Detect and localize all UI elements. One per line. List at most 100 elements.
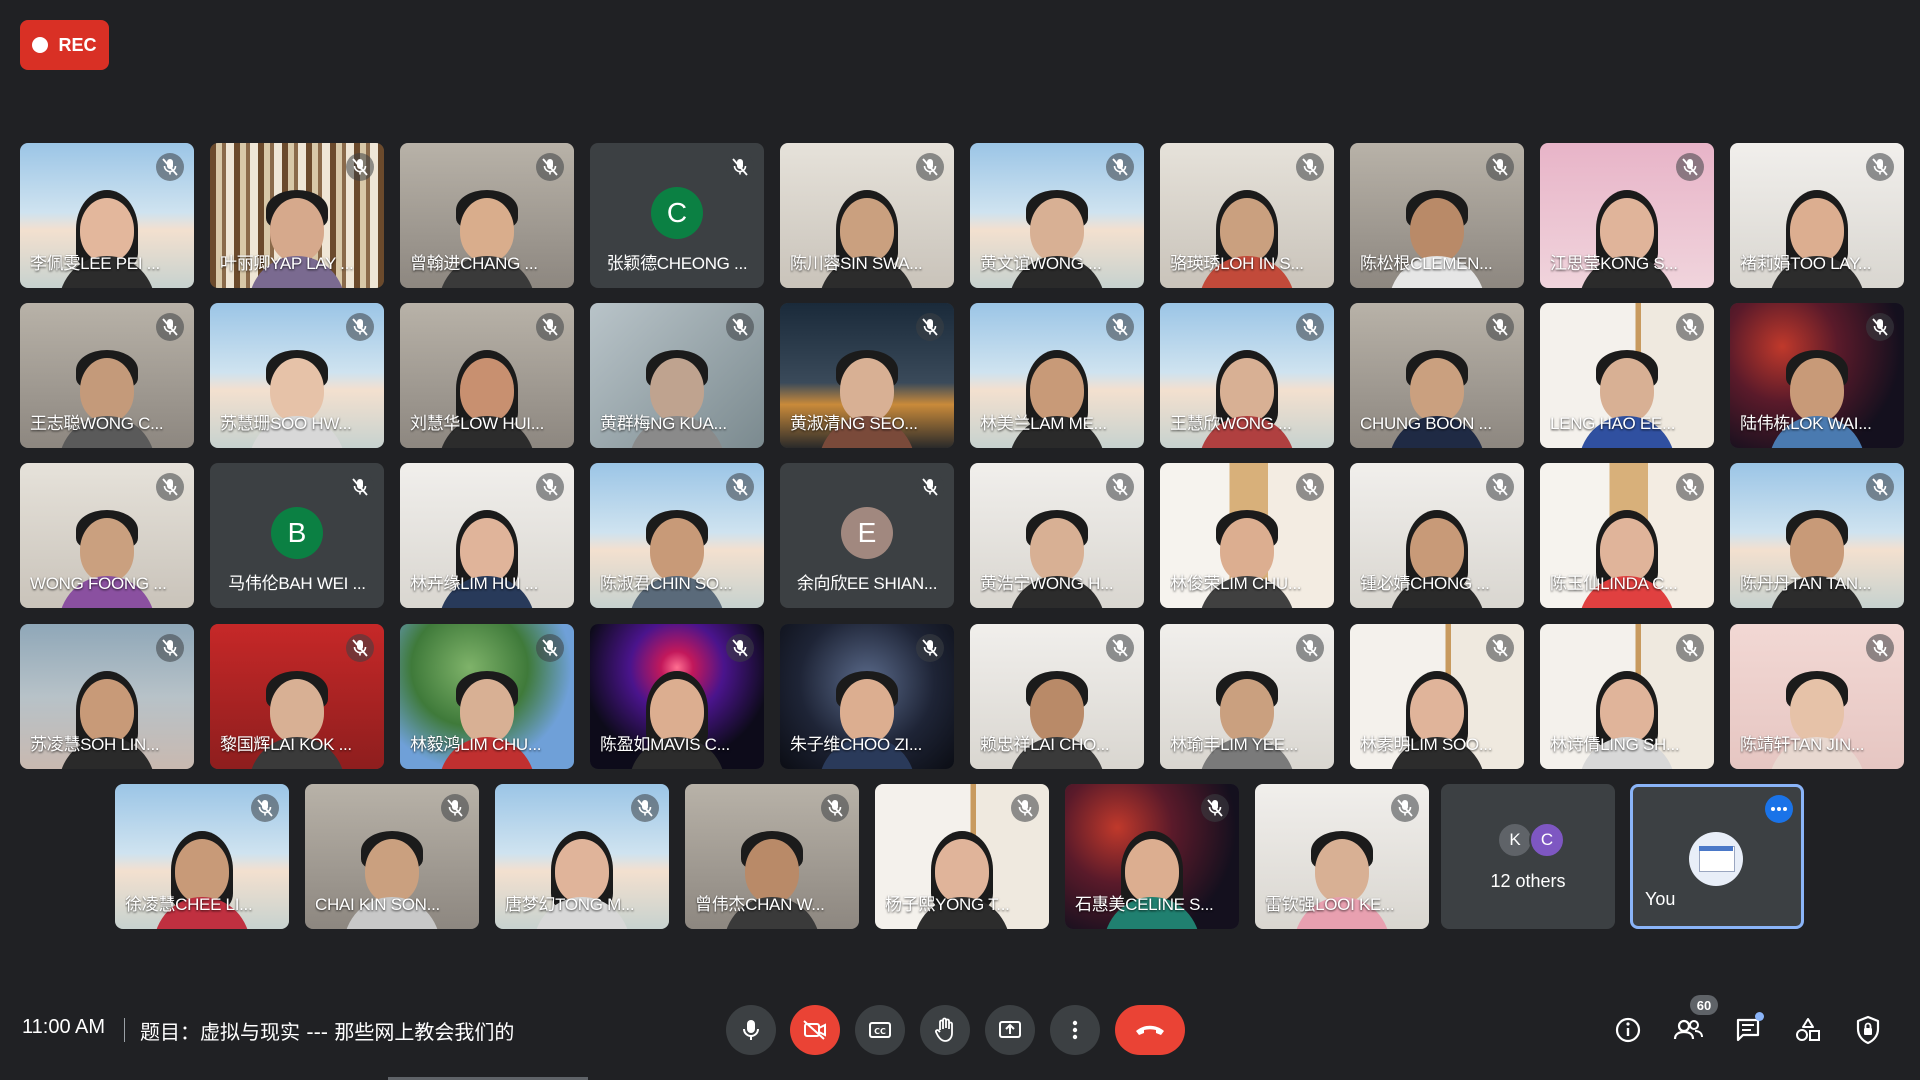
participant-tile[interactable]: 林毅鸿LIM CHU... <box>400 624 574 769</box>
participant-tile[interactable]: 曾伟杰CHAN W... <box>685 784 859 929</box>
participant-tile[interactable]: 曾翰进CHANG ... <box>400 143 574 288</box>
mic-off-icon <box>637 799 653 817</box>
shapes-icon <box>1796 1018 1820 1041</box>
people-button[interactable] <box>1671 1013 1705 1047</box>
mic-off-icon <box>1492 639 1508 657</box>
participant-tile[interactable]: 黄浩宁WONG H... <box>970 463 1144 608</box>
participant-tile[interactable]: CHUNG BOON ... <box>1350 303 1524 448</box>
participant-tile[interactable]: 林瑜丰LIM YEE... <box>1160 624 1334 769</box>
participant-tile[interactable]: WONG FOONG ... <box>20 463 194 608</box>
participant-name: 苏慧珊SOO HW... <box>220 414 352 433</box>
mic-off-icon <box>1492 318 1508 336</box>
muted-indicator <box>1486 313 1514 341</box>
others-tile[interactable]: KC 12 others <box>1441 784 1615 929</box>
present-button[interactable] <box>985 1005 1035 1055</box>
mic-off-icon <box>542 639 558 657</box>
participant-tile[interactable]: 苏凌慧SOH LIN... <box>20 624 194 769</box>
participant-tile[interactable]: 林卉缘LIM HUI ... <box>400 463 574 608</box>
participant-tile[interactable]: 江思莹KONG S... <box>1540 143 1714 288</box>
participant-tile[interactable]: 陈川蓉SIN SWA... <box>780 143 954 288</box>
participant-tile[interactable]: 林俊荣LIM CHU... <box>1160 463 1334 608</box>
participant-tile[interactable]: 林诗倩LING SH... <box>1540 624 1714 769</box>
participant-tile[interactable]: 锺必婧CHONG ... <box>1350 463 1524 608</box>
participant-tile[interactable]: 林素明LIM SOO... <box>1350 624 1524 769</box>
muted-indicator <box>1296 634 1324 662</box>
participant-tile[interactable]: 陈玉仙LINDA C... <box>1540 463 1714 608</box>
participant-name: 王志聪WONG C... <box>30 414 164 433</box>
participant-tile[interactable]: 陈盈如MAVIS C... <box>590 624 764 769</box>
muted-indicator <box>1296 153 1324 181</box>
participant-name: 陈丹丹TAN TAN... <box>1740 574 1872 593</box>
activities-button[interactable] <box>1791 1013 1825 1047</box>
participant-name: 唐梦幻TONG M... <box>505 895 635 914</box>
participant-avatar: B <box>271 507 323 559</box>
muted-indicator <box>1391 794 1419 822</box>
muted-indicator <box>916 634 944 662</box>
participant-tile[interactable]: 石惠美CELINE S... <box>1065 784 1239 929</box>
mic-off-icon <box>1207 799 1223 817</box>
participant-name: 陆伟栋LOK WAI... <box>1740 414 1872 433</box>
participant-tile[interactable]: 骆瑛琇LOH IN S... <box>1160 143 1334 288</box>
participant-tile[interactable]: 褚莉娟TOO LAY... <box>1730 143 1904 288</box>
muted-indicator <box>536 153 564 181</box>
participant-tile[interactable]: 李佩雯LEE PEI ... <box>20 143 194 288</box>
participant-name: 黎国辉LAI KOK ... <box>220 735 352 754</box>
participant-tile[interactable]: B 马伟伦BAH WEI ... <box>210 463 384 608</box>
raise-hand-button[interactable] <box>920 1005 970 1055</box>
participant-tile[interactable]: 陈淑君CHIN SO... <box>590 463 764 608</box>
mic-off-icon <box>732 318 748 336</box>
muted-indicator <box>441 794 469 822</box>
muted-indicator <box>1106 153 1134 181</box>
participant-tile[interactable]: 陈松根CLEMEN... <box>1350 143 1524 288</box>
mic-off-icon <box>1682 639 1698 657</box>
participant-tile[interactable]: 朱子维CHOO ZI... <box>780 624 954 769</box>
camera-off-button[interactable] <box>790 1005 840 1055</box>
mic-off-icon <box>1872 639 1888 657</box>
others-label: 12 others <box>1490 871 1566 891</box>
mic-off-icon <box>827 799 843 817</box>
participant-tile[interactable]: 徐凌慧CHEE LI... <box>115 784 289 929</box>
participant-name: 林俊荣LIM CHU... <box>1170 574 1302 593</box>
participant-tile[interactable]: 唐梦幻TONG M... <box>495 784 669 929</box>
participant-name: 黄群梅NG KUA... <box>600 414 727 433</box>
participant-name: 江思莹KONG S... <box>1550 254 1678 273</box>
self-tile[interactable]: You <box>1630 784 1804 929</box>
participant-tile[interactable]: 杨子熙YONG T... <box>875 784 1049 929</box>
participant-tile[interactable]: 叶丽卿YAP LAY ... <box>210 143 384 288</box>
participant-name: 石惠美CELINE S... <box>1075 895 1214 914</box>
participant-tile[interactable]: 黄文谊WONG ... <box>970 143 1144 288</box>
participant-tile[interactable]: 陆伟栋LOK WAI... <box>1730 303 1904 448</box>
host-controls-button[interactable] <box>1851 1013 1885 1047</box>
participant-tile[interactable]: 雷钦强LOOI KE... <box>1255 784 1429 929</box>
participant-name: 林诗倩LING SH... <box>1550 735 1680 754</box>
participant-tile[interactable]: 刘慧华LOW HUI... <box>400 303 574 448</box>
mic-off-icon <box>1017 799 1033 817</box>
participant-tile[interactable]: LENG HAO EE... <box>1540 303 1714 448</box>
participant-tile[interactable]: 陈靖轩TAN JIN... <box>1730 624 1904 769</box>
mic-button[interactable] <box>726 1005 776 1055</box>
participant-tile[interactable]: 黄淑清NG SEO... <box>780 303 954 448</box>
participant-tile[interactable]: 黎国辉LAI KOK ... <box>210 624 384 769</box>
mic-icon <box>743 1020 759 1040</box>
participant-tile[interactable]: 王志聪WONG C... <box>20 303 194 448</box>
muted-indicator <box>1296 313 1324 341</box>
more-options-button[interactable] <box>1050 1005 1100 1055</box>
captions-button[interactable]: CC <box>855 1005 905 1055</box>
participant-tile[interactable]: 王慧欣WONG ... <box>1160 303 1334 448</box>
mic-off-icon <box>447 799 463 817</box>
participant-tile[interactable]: 苏慧珊SOO HW... <box>210 303 384 448</box>
participant-name: 陈淑君CHIN SO... <box>600 574 733 593</box>
participant-tile[interactable]: 陈丹丹TAN TAN... <box>1730 463 1904 608</box>
leave-call-button[interactable] <box>1115 1005 1185 1055</box>
self-more-options-icon[interactable] <box>1765 795 1793 823</box>
participant-tile[interactable]: E 余向欣EE SHIAN... <box>780 463 954 608</box>
meeting-details-button[interactable] <box>1611 1013 1645 1047</box>
participant-tile[interactable]: C 张颖德CHEONG ... <box>590 143 764 288</box>
participant-name: 陈盈如MAVIS C... <box>600 735 730 754</box>
participant-tile[interactable]: 赖忠祥LAI CHO... <box>970 624 1144 769</box>
participant-tile[interactable]: CHAI KIN SON... <box>305 784 479 929</box>
participant-tile[interactable]: 林美兰LAM ME... <box>970 303 1144 448</box>
mic-off-icon <box>922 158 938 176</box>
participant-tile[interactable]: 黄群梅NG KUA... <box>590 303 764 448</box>
mic-off-icon <box>352 318 368 336</box>
